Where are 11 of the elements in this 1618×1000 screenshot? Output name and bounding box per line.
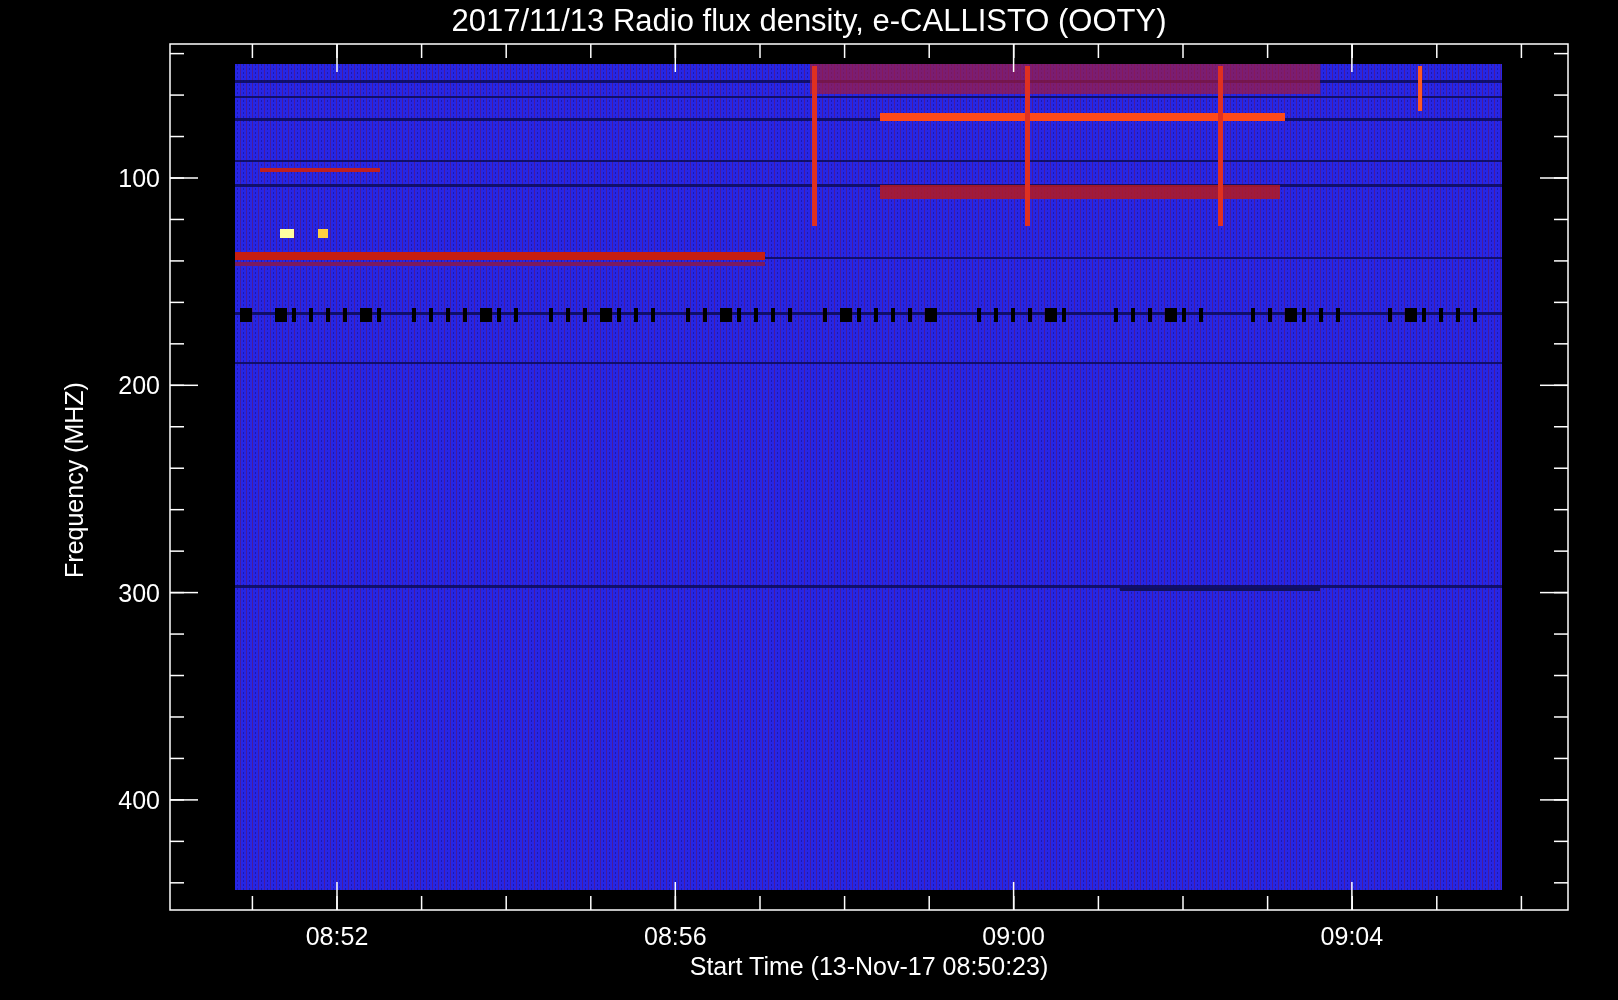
x-tick-label: 08:52 (305, 922, 369, 950)
x-tick-label: 08:56 (644, 922, 707, 950)
y-tick-label: 100 (118, 164, 160, 192)
x-tick-label: 09:04 (1320, 922, 1384, 950)
y-tick-label: 300 (118, 578, 160, 607)
y-tick-label: 200 (118, 371, 160, 400)
plot-title: 2017/11/13 Radio flux density, e-CALLISTO (OOTY) (451, 3, 1167, 38)
x-axis-label: Start Time (13-Nov-17 08:50:23) (689, 952, 1049, 980)
x-tick-label: 09:00 (982, 922, 1045, 950)
y-axis-label: Frequency (MHZ) (60, 382, 88, 578)
y-tick-label: 400 (118, 785, 160, 814)
